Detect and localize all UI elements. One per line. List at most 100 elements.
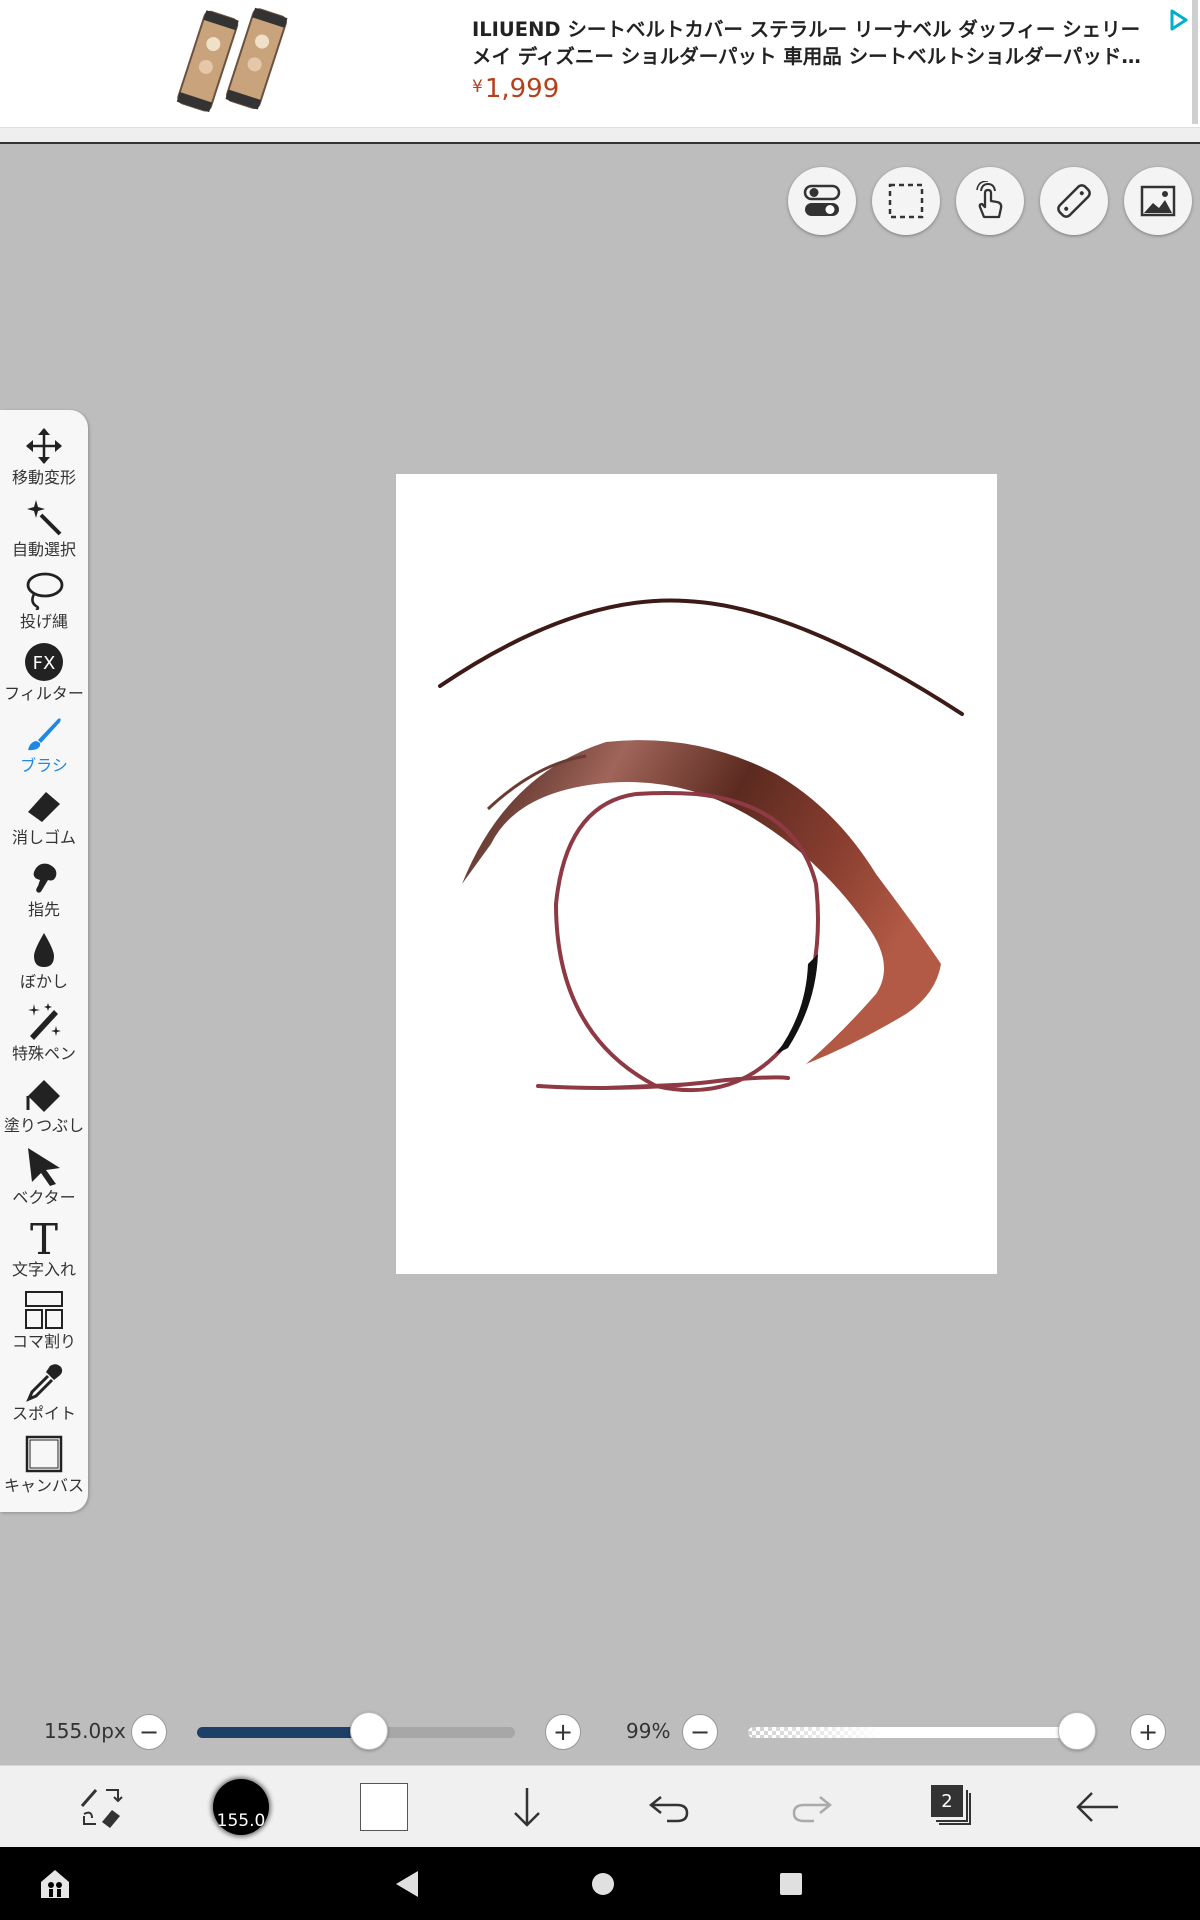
layer-count: 2 [941, 1790, 953, 1812]
eyedropper-icon [22, 1360, 66, 1404]
color-swatch [360, 1783, 408, 1831]
tool-panel-split[interactable]: コマ割り [0, 1288, 88, 1360]
brush-icon [22, 712, 66, 756]
tool-label: 自動選択 [11, 540, 76, 559]
arrow-left-icon [1076, 1792, 1118, 1822]
swap-tool-button[interactable] [56, 1766, 146, 1848]
tool-label: キャンバス [3, 1476, 84, 1495]
brush-size-slider-fill [197, 1727, 369, 1738]
toggle-icon [803, 184, 841, 216]
tool-panel: 移動変形 自動選択 投げ縄 FX フィルター ブラシ 消しゴム 指先 ぼかし 特… [0, 410, 88, 1512]
opacity-slider-thumb[interactable] [1057, 1712, 1096, 1750]
layers-icon: 2 [931, 1785, 975, 1829]
opacity-minus-button[interactable]: − [682, 1714, 718, 1750]
brush-preview-icon: 155.0 [213, 1779, 269, 1835]
ad-price-value: 1,999 [484, 74, 560, 104]
ad-divider [0, 128, 1200, 144]
svg-text:T: T [30, 1218, 58, 1258]
selection-button[interactable] [872, 167, 940, 235]
fill-bucket-icon [22, 1072, 66, 1116]
color-swatch-button[interactable] [339, 1766, 429, 1848]
tool-special-pen[interactable]: 特殊ペン [0, 1000, 88, 1072]
tool-eraser[interactable]: 消しゴム [0, 784, 88, 856]
tool-label: コマ割り [11, 1332, 76, 1351]
selection-icon [888, 183, 924, 219]
tool-label: 指先 [27, 900, 60, 919]
back-button[interactable] [1052, 1766, 1142, 1848]
brush-size-slider-thumb[interactable] [349, 1712, 388, 1750]
touch-button[interactable] [956, 167, 1024, 235]
panel-split-icon [22, 1288, 66, 1332]
tool-canvas[interactable]: キャンバス [0, 1432, 88, 1504]
ad-title[interactable]: ILIUEND シートベルトカバー ステラルー リーナベル ダッフィー シェリー… [472, 16, 1152, 70]
canvas-icon [22, 1432, 66, 1476]
tool-label: 特殊ペン [11, 1044, 76, 1063]
brush-size-plus-button[interactable]: + [545, 1714, 581, 1750]
app-home-shortcut-icon[interactable] [38, 1867, 72, 1901]
ad-banner[interactable]: ILIUEND シートベルトカバー ステラルー リーナベル ダッフィー シェリー… [0, 0, 1200, 128]
tool-label: 文字入れ [11, 1260, 76, 1279]
tool-lasso[interactable]: 投げ縄 [0, 568, 88, 640]
opacity-plus-button[interactable]: + [1130, 1714, 1166, 1750]
tool-label: 投げ縄 [19, 612, 68, 631]
finger-smudge-icon [22, 856, 66, 900]
ad-price: ¥1,999 [472, 74, 559, 104]
ad-scrollbar [1192, 0, 1198, 124]
arrow-down-icon [514, 1788, 540, 1827]
lasso-icon [22, 568, 66, 612]
download-button[interactable] [482, 1766, 572, 1848]
tool-label: フィルター [4, 684, 84, 703]
nav-home-icon[interactable] [586, 1867, 620, 1901]
drawing-canvas[interactable] [396, 474, 997, 1274]
undo-icon [648, 1796, 689, 1823]
vector-arrow-icon [22, 1144, 66, 1188]
adchoices-icon[interactable] [1164, 6, 1192, 34]
tool-vector[interactable]: ベクター [0, 1144, 88, 1216]
move-transform-icon [22, 424, 66, 468]
image-button[interactable] [1124, 167, 1192, 235]
text-icon: T [22, 1216, 66, 1260]
brush-size-value: 155.0px [44, 1719, 126, 1743]
tool-label: 移動変形 [11, 468, 76, 487]
ad-product-image[interactable] [170, 4, 300, 122]
undo-button[interactable] [624, 1766, 714, 1848]
toggle-button[interactable] [788, 167, 856, 235]
opacity-slider-fill [748, 1727, 1087, 1738]
tool-auto-select[interactable]: 自動選択 [0, 496, 88, 568]
tool-brush[interactable]: ブラシ [0, 712, 88, 784]
layers-button[interactable]: 2 [908, 1766, 998, 1848]
tool-label: 消しゴム [11, 828, 76, 847]
tool-text[interactable]: T 文字入れ [0, 1216, 88, 1288]
svg-text:FX: FX [33, 653, 56, 674]
fx-filter-icon: FX [22, 640, 66, 684]
tool-label: 塗りつぶし [3, 1116, 85, 1135]
tool-eyedropper[interactable]: スポイト [0, 1360, 88, 1432]
touch-hand-icon [976, 181, 1003, 219]
tool-blur[interactable]: ぼかし [0, 928, 88, 1000]
blur-drop-icon [22, 928, 66, 972]
nav-back-icon[interactable] [390, 1867, 424, 1901]
nav-recents-icon[interactable] [774, 1867, 808, 1901]
tool-label: スポイト [11, 1404, 76, 1423]
redo-button[interactable] [767, 1766, 857, 1848]
tool-fill[interactable]: 塗りつぶし [0, 1072, 88, 1144]
tool-move-transform[interactable]: 移動変形 [0, 424, 88, 496]
opacity-value: 99% [626, 1719, 671, 1743]
brush-preview-size: 155.0 [216, 1811, 266, 1831]
image-icon [1140, 185, 1176, 217]
bottom-toolbar: 155.0 2 [0, 1765, 1200, 1847]
tool-label: ぼかし [19, 972, 68, 991]
opacity-slider[interactable] [748, 1727, 1090, 1738]
ruler-button[interactable] [1040, 167, 1108, 235]
tool-label: ベクター [12, 1188, 76, 1207]
magic-wand-icon [22, 496, 66, 540]
brush-preview-button[interactable]: 155.0 [196, 1766, 286, 1848]
special-pen-icon [22, 1000, 66, 1044]
redo-icon [792, 1796, 833, 1823]
system-nav-bar [0, 1847, 1200, 1920]
brush-size-minus-button[interactable]: − [131, 1714, 167, 1750]
tool-filter[interactable]: FX フィルター [0, 640, 88, 712]
tool-label: ブラシ [20, 756, 68, 775]
ad-currency: ¥ [472, 77, 483, 97]
tool-finger[interactable]: 指先 [0, 856, 88, 928]
